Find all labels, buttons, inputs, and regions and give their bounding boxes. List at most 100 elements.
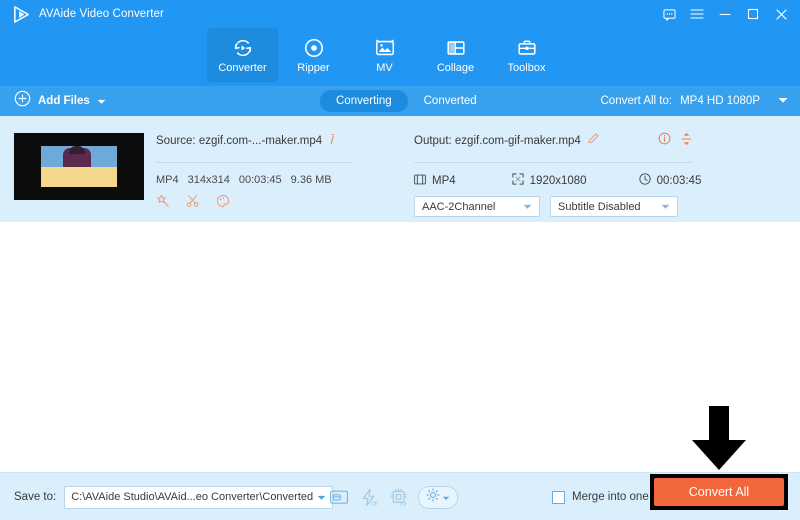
hardware-acceleration-icon[interactable]: Off (358, 486, 380, 508)
source-info: Source: ezgif.com-...-maker.mp4 MP4 314x… (156, 133, 356, 213)
resize-icon (512, 173, 524, 188)
plus-circle-icon (14, 90, 31, 112)
thumbnail-frame-bottom (41, 167, 117, 187)
output-resolution-value: 1920x1080 (529, 174, 587, 187)
tab-converter[interactable]: Converter (207, 28, 278, 82)
source-edit-tools (156, 194, 356, 213)
thumbnail-frames (41, 146, 117, 187)
video-thumbnail[interactable] (14, 133, 144, 200)
info-circle-icon[interactable] (658, 132, 671, 150)
tab-toolbox-label: Toolbox (507, 61, 546, 74)
maximize-icon[interactable] (740, 0, 766, 28)
palette-effects-icon[interactable] (216, 194, 230, 213)
tab-converted[interactable]: Converted (408, 90, 493, 112)
tab-mv[interactable]: MV (349, 28, 420, 82)
title-bar: AVAide Video Converter (0, 0, 800, 28)
app-window: AVAide Video Converter Converter Ripper … (0, 0, 800, 520)
mv-image-icon (374, 37, 396, 59)
convert-all-to-value: MP4 HD 1080P (680, 95, 760, 107)
toolbox-icon (516, 37, 538, 59)
info-icon[interactable] (328, 132, 337, 150)
nav-tabs: Converter Ripper MV Collage Toolbox (207, 28, 562, 86)
svg-text:Off: Off (400, 502, 407, 507)
output-resolution-group: 1920x1080 (512, 173, 587, 188)
chevron-down-icon[interactable] (523, 201, 532, 213)
output-format-group: MP4 (414, 174, 456, 188)
settings-gear-button[interactable] (418, 485, 458, 509)
tab-converted-label: Converted (423, 95, 477, 107)
nav-bar: Converter Ripper MV Collage Toolbox (0, 28, 800, 86)
menu-icon[interactable] (684, 0, 710, 28)
tab-converting-label: Converting (336, 95, 392, 107)
action-bar: Add Files Converting Converted Convert A… (0, 86, 800, 116)
source-filesize: 9.36 MB (290, 174, 332, 186)
output-filename: Output: ezgif.com-gif-maker.mp4 (414, 135, 581, 147)
output-title-row: Output: ezgif.com-gif-maker.mp4 (414, 132, 692, 151)
convert-all-to-selector[interactable]: Convert All to: MP4 HD 1080P (601, 86, 789, 116)
tab-mv-label: MV (376, 61, 393, 74)
source-filename: Source: ezgif.com-...-maker.mp4 (156, 135, 323, 147)
chevron-down-icon[interactable] (661, 201, 670, 213)
subtitle-select[interactable]: Subtitle Disabled (550, 196, 678, 217)
source-meta: MP4 314x314 00:03:45 9.36 MB (156, 174, 356, 186)
save-to-path-value: C:\AVAide Studio\AVAid...eo Converter\Co… (71, 491, 314, 503)
add-files-button[interactable]: Add Files (14, 86, 106, 116)
file-card: Source: ezgif.com-...-maker.mp4 MP4 314x… (0, 116, 800, 300)
output-format-value: MP4 (432, 174, 456, 187)
tab-collage-label: Collage (436, 61, 475, 74)
merge-arrows-icon[interactable] (681, 132, 692, 151)
add-files-label: Add Files (38, 95, 90, 107)
minimize-icon[interactable] (712, 0, 738, 28)
status-tabs: Converting Converted (320, 90, 493, 112)
chevron-down-icon[interactable] (97, 92, 106, 110)
play-triangle-icon (12, 5, 31, 24)
pencil-edit-icon[interactable] (587, 132, 600, 150)
gpu-chip-icon[interactable]: Off (388, 486, 410, 508)
output-selects: AAC-2Channel Subtitle Disabled (414, 196, 692, 217)
tab-ripper[interactable]: Ripper (278, 28, 349, 82)
app-brand: AVAide Video Converter (12, 0, 164, 28)
magic-wand-icon[interactable] (156, 194, 170, 213)
down-arrow-annotation (686, 406, 752, 477)
svg-text:Off: Off (371, 501, 378, 506)
convert-all-button-label: Convert All (688, 485, 750, 499)
close-icon[interactable] (768, 0, 794, 28)
audio-track-select[interactable]: AAC-2Channel (414, 196, 540, 217)
convert-all-button[interactable]: Convert All (654, 478, 784, 506)
source-divider (156, 162, 352, 163)
settings-gear-icon (426, 487, 440, 507)
chevron-down-icon[interactable] (442, 488, 450, 506)
output-duration-value: 00:03:45 (656, 174, 702, 187)
collage-grid-icon (445, 37, 467, 59)
tab-collage[interactable]: Collage (420, 28, 491, 82)
open-folder-icon[interactable] (328, 486, 350, 508)
thumbnail-figure-upper-head (69, 146, 85, 154)
convert-all-highlight: Convert All (650, 474, 788, 510)
film-icon (414, 174, 426, 188)
save-to-group: Save to: C:\AVAide Studio\AVAid...eo Con… (14, 473, 334, 520)
converter-icon (232, 37, 254, 59)
scissors-trim-icon[interactable] (186, 194, 200, 213)
ripper-disc-icon (303, 37, 325, 59)
bottom-tool-icons: Off Off (328, 473, 458, 520)
source-format: MP4 (156, 174, 179, 186)
output-duration-group: 00:03:45 (638, 173, 702, 188)
output-info: Output: ezgif.com-gif-maker.mp4 MP4 1920… (414, 132, 701, 217)
window-controls (656, 0, 794, 28)
chevron-down-icon[interactable] (778, 95, 788, 107)
chevron-down-icon[interactable] (317, 488, 326, 506)
audio-track-value: AAC-2Channel (422, 200, 496, 213)
tab-toolbox[interactable]: Toolbox (491, 28, 562, 82)
source-title-row: Source: ezgif.com-...-maker.mp4 (156, 133, 356, 149)
source-duration: 00:03:45 (238, 174, 282, 186)
thumbnail-frame-top (41, 146, 117, 167)
convert-all-to-label: Convert All to: (600, 95, 673, 107)
output-meta: MP4 1920x1080 00:03:45 (414, 173, 701, 188)
feedback-icon[interactable] (656, 0, 682, 28)
tab-ripper-label: Ripper (297, 61, 330, 74)
save-to-path-input[interactable]: C:\AVAide Studio\AVAid...eo Converter\Co… (64, 485, 334, 509)
tab-converter-label: Converter (218, 61, 267, 74)
tab-converting[interactable]: Converting (320, 90, 408, 112)
clock-icon (638, 173, 651, 188)
merge-checkbox[interactable] (552, 490, 565, 504)
